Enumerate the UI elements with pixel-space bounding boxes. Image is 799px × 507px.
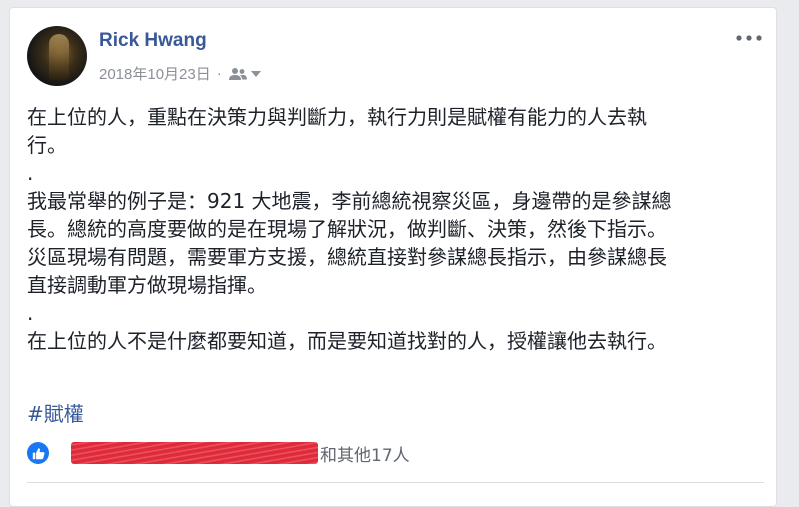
avatar[interactable] (27, 26, 87, 86)
like-icon[interactable] (27, 442, 49, 464)
audience-selector[interactable] (228, 67, 262, 81)
post-card: Rick Hwang 2018年10月23日 · 在上位的人，重點在決策力與判斷… (9, 7, 777, 507)
divider (27, 482, 764, 483)
post-body: 在上位的人，重點在決策力與判斷力，執行力則是賦權有能力的人去執 行。 . 我最常… (27, 103, 757, 355)
post-paragraph-2: . (27, 161, 34, 185)
post-paragraph-5: 在上位的人不是什麼都要知道，而是要知道找對的人，授權讓他去執行。 (27, 329, 667, 353)
more-options-icon[interactable] (734, 30, 764, 46)
post-meta: 2018年10月23日 · (99, 63, 262, 84)
caret-down-icon (250, 70, 261, 77)
author-name[interactable]: Rick Hwang (99, 30, 207, 52)
reactions-summary[interactable]: 和其他17人 (27, 440, 410, 466)
meta-separator: · (216, 65, 222, 82)
post-paragraph-1: 在上位的人，重點在決策力與判斷力，執行力則是賦權有能力的人去執 行。 (27, 105, 647, 157)
post-timestamp[interactable]: 2018年10月23日 (99, 63, 211, 84)
redacted-names (71, 442, 318, 464)
post-paragraph-4: . (27, 301, 34, 325)
friends-icon (228, 67, 247, 80)
hashtag-link[interactable]: #賦權 (27, 398, 84, 427)
reaction-count-text[interactable]: 和其他17人 (320, 441, 410, 466)
post-paragraph-3: 我最常舉的例子是：921 大地震，李前總統視察災區，身邊帶的是參謀總 長。總統的… (27, 189, 672, 297)
